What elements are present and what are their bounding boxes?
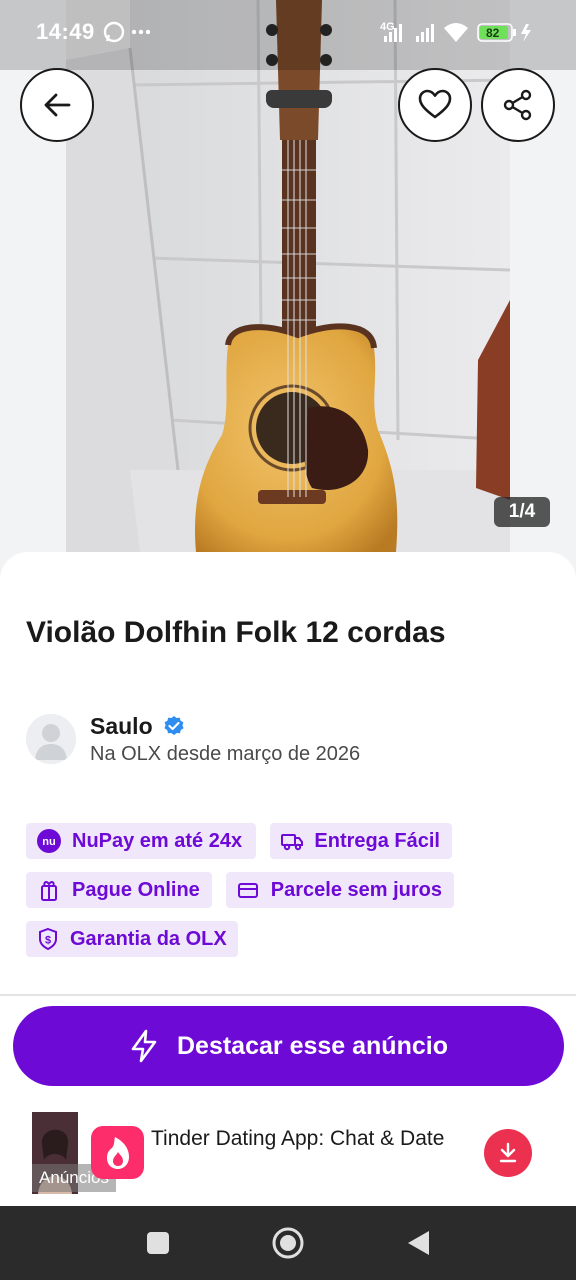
system-navigation-bar [0,1206,576,1280]
ad-download-button[interactable] [484,1129,532,1177]
back-nav-button[interactable] [401,1226,435,1260]
badge-parcele-sem-juros: Parcele sem juros [226,872,454,908]
card-icon [236,877,261,903]
status-system-icons: 4G 82 [380,18,546,46]
home-button[interactable] [271,1226,305,1260]
square-icon [147,1232,169,1254]
heart-icon [418,89,452,119]
shield-dollar-icon: $ [36,926,60,952]
svg-text:nu: nu [42,836,55,848]
status-time: 14:49 [36,19,95,44]
flame-icon [106,1136,129,1169]
share-button[interactable] [481,68,555,142]
badge-label: NuPay em até 24x [72,829,243,852]
badge-garantia-olx: $ Garantia da OLX [26,921,238,957]
badge-nupay: nu NuPay em até 24x [26,823,256,859]
charging-icon [521,24,531,42]
seller-name[interactable]: Saulo [90,713,153,740]
arrow-left-icon [44,93,71,117]
back-button[interactable] [20,68,94,142]
badge-label: Pague Online [72,878,200,901]
badge-label: Entrega Fácil [314,829,440,852]
network-type-label: 4G [380,21,395,33]
listing-title: Violão Dolfhin Folk 12 cordas [26,616,446,649]
share-icon [503,89,532,121]
recents-button[interactable] [141,1226,175,1260]
badge-label: Parcele sem juros [270,878,442,901]
ad-title[interactable]: Tinder Dating App: Chat & Date [151,1124,451,1153]
seller-member-since: Na OLX desde março de 2026 [90,743,361,765]
download-icon [499,1142,517,1163]
section-divider [0,994,576,996]
promote-ad-label: Destacar esse anúncio [177,1031,448,1060]
verified-badge-icon [164,716,184,735]
whatsapp-icon [103,21,151,43]
badge-pague-online: Pague Online [26,872,212,908]
promote-ad-button[interactable]: Destacar esse anúncio [13,1006,564,1086]
status-notification-icons [102,18,151,52]
seller-avatar[interactable] [26,714,76,764]
sponsored-ad[interactable]: Anúncios Tinder Dating App: Chat & Date [0,1104,576,1200]
badge-entrega-facil: Entrega Fácil [270,823,452,859]
photo-counter: 1/4 [494,497,550,527]
lightning-icon [131,1029,157,1063]
wifi-icon [444,23,468,42]
tinder-app-logo[interactable] [91,1126,144,1179]
user-avatar-icon [26,714,76,764]
nupay-icon: nu [36,828,62,854]
battery-level: 82 [486,26,500,40]
delivery-icon [280,828,304,854]
circle-home-icon [272,1227,304,1259]
status-bar: 14:49 4G 82 [0,0,576,64]
badge-label: Garantia da OLX [70,927,227,950]
favorite-button[interactable] [398,68,472,142]
triangle-back-icon [408,1231,429,1255]
gift-icon [36,877,62,903]
svg-text:$: $ [45,935,51,947]
